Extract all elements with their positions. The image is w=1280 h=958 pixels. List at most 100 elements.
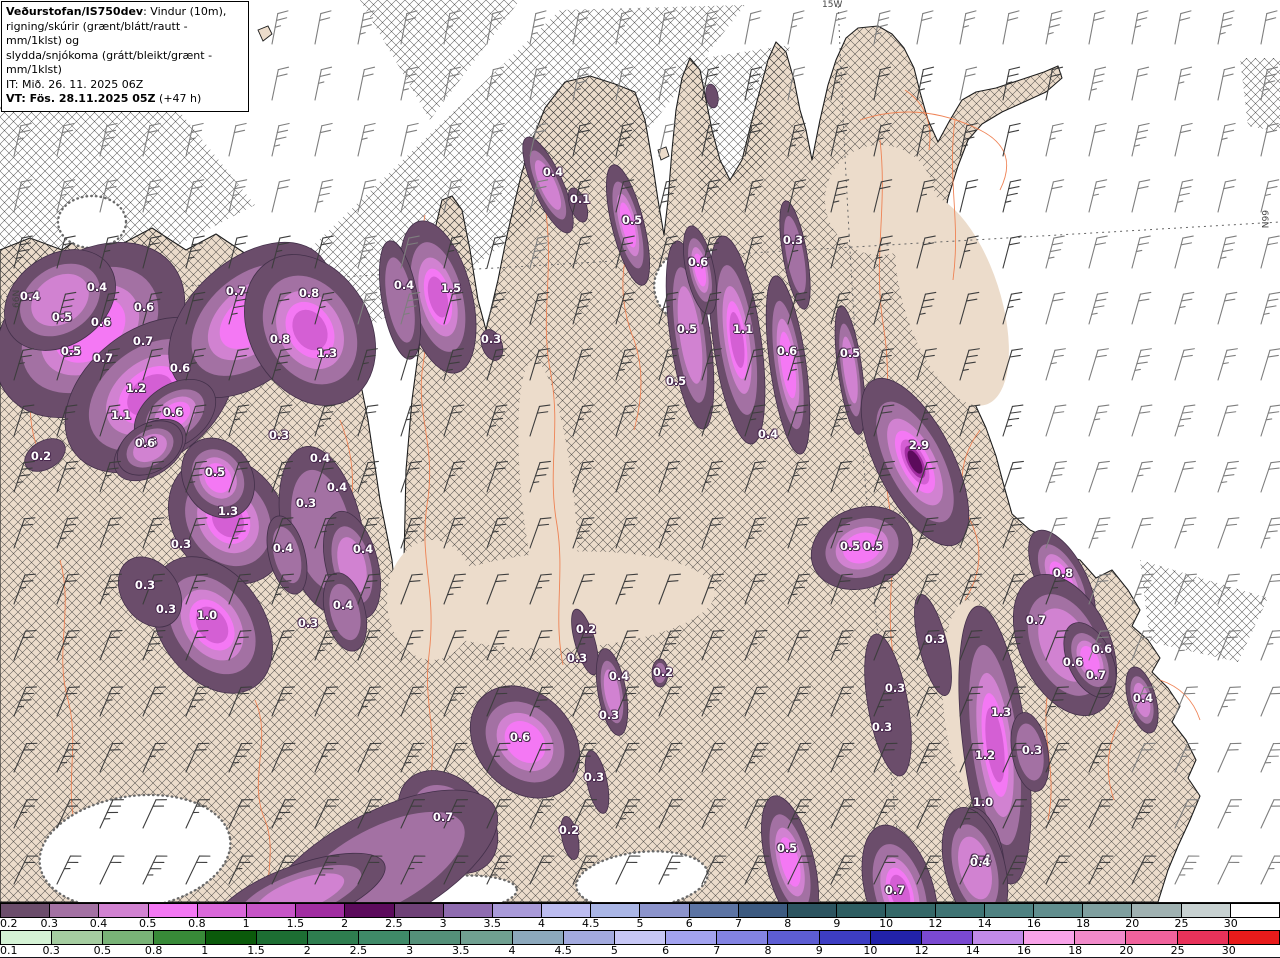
valid-time-bold: VT: Fös. 28.11.2025 05Z [6, 92, 156, 105]
precip-value-label: 0.3 [170, 537, 192, 551]
sleet-scale-tick-label: 6 [685, 917, 693, 930]
precip-value-label: 0.5 [676, 322, 698, 336]
rain-scale-tick-label: 9 [815, 944, 823, 957]
precip-value-label: 0.4 [326, 480, 348, 494]
rain-scale-segment [512, 931, 564, 944]
sleet-scale-tick-label: 0.3 [40, 917, 58, 930]
precip-value-label: 0.7 [92, 351, 114, 365]
precip-value-label: 1.2 [974, 748, 996, 762]
sleet-scale-tick-label: 7 [734, 917, 742, 930]
sleet-scale-segment [984, 904, 1034, 917]
sleet-scale-segment [788, 904, 838, 917]
precip-value-label: 0.5 [776, 841, 798, 855]
sleet-scale-tick-label: 1 [242, 917, 250, 930]
rain-scale-segment [52, 931, 104, 944]
weather-map-page: 0.4 0.4 0.5 0.6 0.6 0.7 0.8 0.5 0.7 0.7 0.8 1.3 1.2 1… [0, 0, 1280, 958]
sleet-colorbar [0, 903, 1280, 918]
precip-value-label: 0.6 [134, 436, 156, 450]
latitude-label-right: 66N [1259, 210, 1269, 229]
precip-value-label: 0.4 [352, 542, 374, 556]
rain-scale-segment [359, 931, 411, 944]
sleet-scale-segment [443, 904, 493, 917]
rain-scale-tick-label: 1.5 [247, 944, 265, 957]
sleet-scale-segment [1132, 904, 1182, 917]
sleet-scale-segment [1083, 904, 1133, 917]
precip-value-label: 0.6 [133, 300, 155, 314]
rain-scale-tick-label: 5 [610, 944, 618, 957]
sleet-scale-segment [1033, 904, 1084, 917]
valid-time: VT: Fös. 28.11.2025 05Z (+47 h) [6, 92, 244, 107]
sleet-scale-tick-label: 4 [538, 917, 546, 930]
precip-value-label: 0.6 [169, 361, 191, 375]
sleet-scale-tick-label: 0.4 [89, 917, 108, 930]
title-line-2: rigning/skúrir (grænt/blátt/rautt - mm/1… [6, 19, 188, 48]
precip-value-label: 1.1 [110, 408, 132, 422]
precip-value-label: 0.8 [1052, 566, 1074, 580]
sleet-scale-segment [1, 904, 51, 917]
rain-scale-tick-label: 4.5 [554, 944, 572, 957]
sleet-scale-tick-label: 3.5 [483, 917, 502, 930]
precip-value-label: 0.5 [665, 374, 687, 388]
precip-value-label: 0.2 [575, 622, 597, 636]
sleet-scale-tick-label: 2 [341, 917, 349, 930]
rain-scale-segment [307, 931, 360, 944]
precip-value-label: 0.5 [839, 539, 861, 553]
precip-value-label: 0.5 [51, 310, 73, 324]
precip-value-label: 0.4 [309, 451, 331, 465]
title-line-3: slydda/snjókoma (grátt/bleikt/grænt - mm… [6, 48, 213, 77]
precip-value-label: 0.6 [162, 405, 184, 419]
rain-scale-segment [1, 931, 53, 944]
sleet-scale-segment [738, 904, 788, 917]
rain-scale-tick-label: 30 [1221, 944, 1236, 957]
rain-scale-tick-label: 10 [863, 944, 878, 957]
rain-scale-tick-label: 2.5 [349, 944, 368, 957]
precip-value-label: 0.8 [269, 332, 291, 346]
precip-value-label: 0.4 [86, 280, 108, 294]
precip-value-label: 0.4 [272, 541, 294, 555]
precip-value-label: 0.6 [1062, 655, 1084, 669]
precip-value-label: 0.5 [862, 539, 884, 553]
precip-value-label: 0.3 [583, 770, 605, 784]
precip-value-label: 0.3 [155, 602, 177, 616]
rain-colorbar-labels: 0.1 0.3 0.5 0.8 1 1.5 2 2.5 3 3.5 4 4.5 5 6 7 8 9 10 12 14 1… [0, 944, 1280, 957]
rain-scale-tick-label: 0.3 [42, 944, 60, 957]
sleet-scale-tick-label: 16 [1026, 917, 1041, 930]
sleet-scale-segment [1230, 904, 1280, 917]
precip-value-label: 0.6 [509, 730, 531, 744]
precip-value-label: 0.3 [297, 616, 319, 630]
legend: 0.2 0.3 0.4 0.5 0.8 1 1.5 2 2.5 3 3.5 4 4.5 5 6 7 8 9 10 12… [0, 902, 1280, 958]
rain-scale-tick-label: 16 [1017, 944, 1031, 957]
rain-scale-segment [563, 931, 615, 944]
rain-scale-segment [1177, 931, 1229, 944]
rain-scale-tick-label: 12 [914, 944, 929, 957]
rain-scale-segment [717, 931, 769, 944]
sleet-scale-tick-label: 10 [879, 917, 894, 930]
precip-value-label: 0.3 [480, 332, 502, 346]
valid-time-rest: (+47 h) [155, 92, 202, 105]
rain-scale-segment [256, 931, 308, 944]
sleet-scale-segment [837, 904, 887, 917]
rain-scale-segment [461, 931, 513, 944]
precip-value-label: 2.9 [908, 438, 930, 452]
rain-scale-segment [870, 931, 922, 944]
meridian-label: 15W [822, 0, 843, 10]
product-name: Veðurstofan/IS750dev [6, 5, 144, 18]
rain-scale-tick-label: 0.1 [0, 944, 18, 957]
sleet-scale-segment [640, 904, 690, 917]
precip-value-label: 0.7 [132, 334, 154, 348]
precip-boundary-area [56, 194, 128, 250]
rain-scale-segment [614, 931, 667, 944]
rain-scale-tick-label: 2 [303, 944, 311, 957]
precip-value-label: 0.4 [969, 855, 991, 869]
map-svg [0, 0, 1280, 902]
precip-value-label: 0.7 [225, 284, 247, 298]
sleet-scale-tick-label: 30 [1223, 917, 1238, 930]
precip-value-label: 0.7 [432, 810, 454, 824]
sleet-scale-tick-label: 8 [784, 917, 792, 930]
sleet-scale-tick-label: 14 [977, 917, 992, 930]
sleet-scale-tick-label: 9 [833, 917, 841, 930]
sleet-colorbar-labels: 0.2 0.3 0.4 0.5 0.8 1 1.5 2 2.5 3 3.5 4 4.5 5 6 7 8 9 10 12… [0, 917, 1280, 930]
precip-value-label: 0.7 [884, 883, 906, 897]
sleet-scale-segment [935, 904, 985, 917]
sleet-scale-segment [689, 904, 739, 917]
